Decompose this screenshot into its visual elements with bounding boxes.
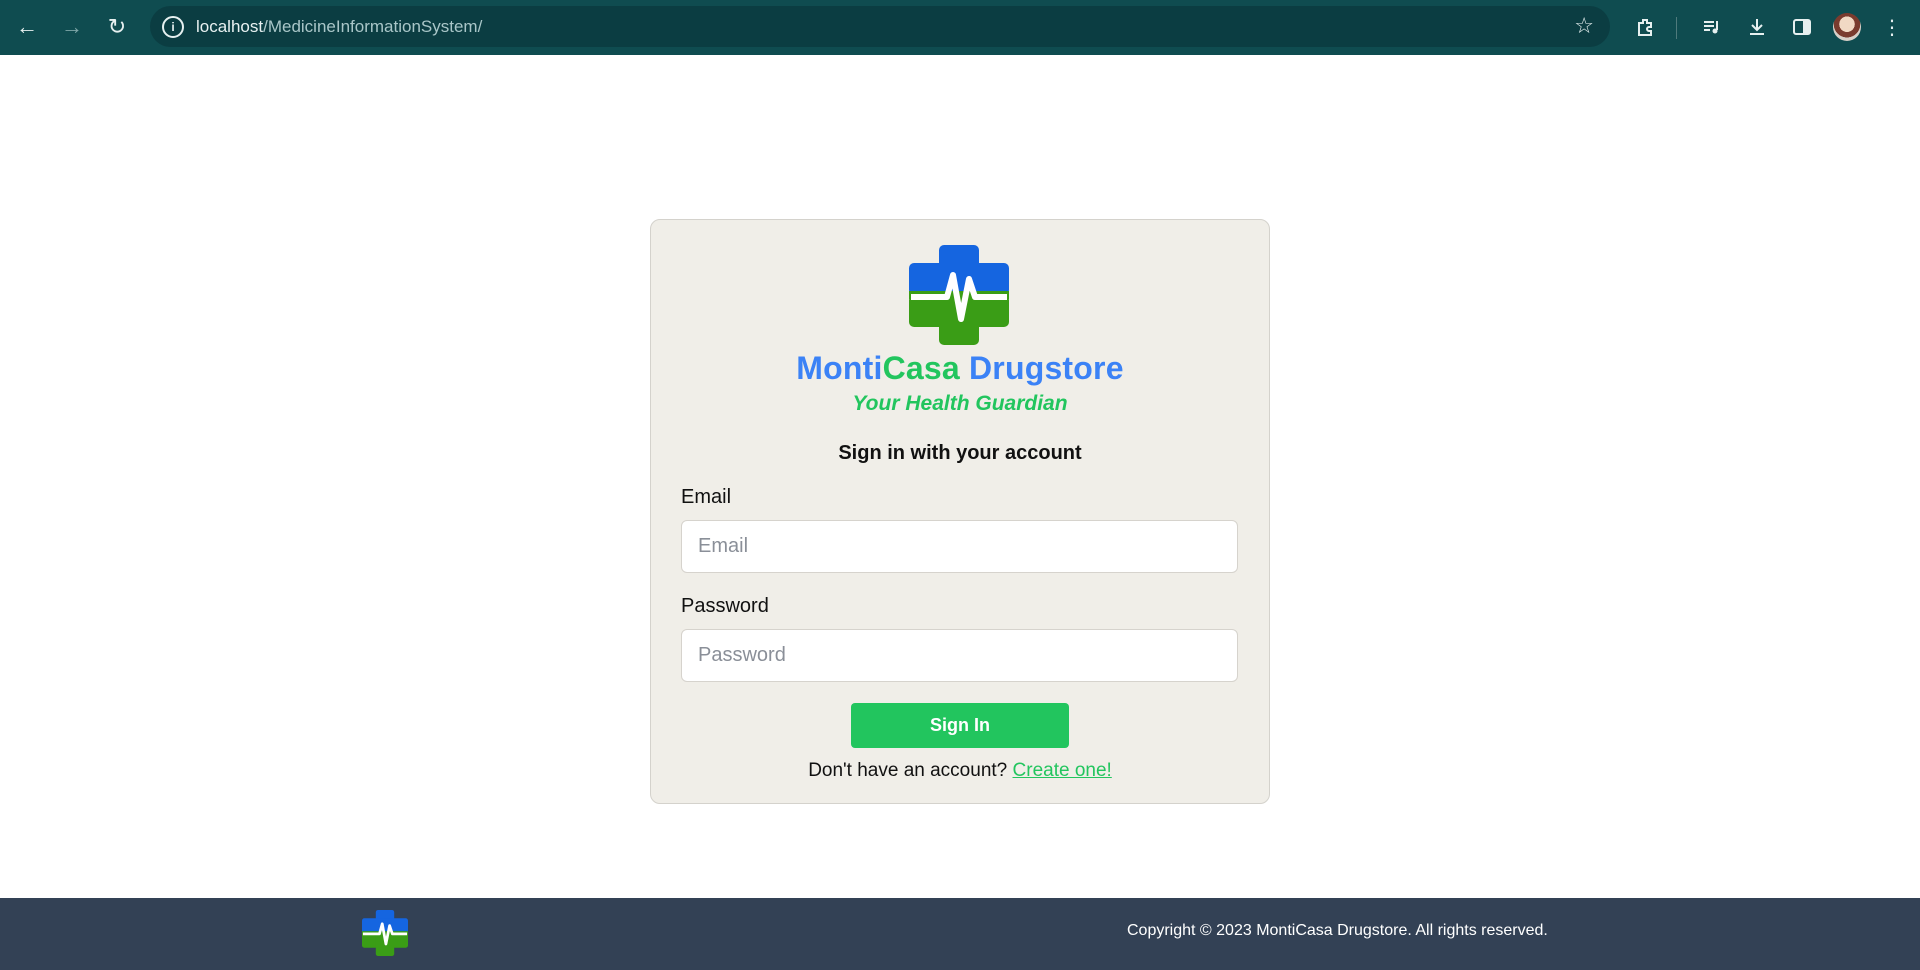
side-panel-icon[interactable] (1785, 10, 1819, 44)
signin-heading: Sign in with your account (838, 442, 1082, 464)
back-icon[interactable]: ← (10, 10, 44, 44)
brand-name: MontiCasa Drugstore (651, 350, 1269, 387)
media-icon[interactable] (1695, 10, 1729, 44)
address-bar[interactable]: i localhost/MedicineInformationSystem/ ☆ (150, 6, 1610, 47)
url-host: localhost (196, 17, 264, 36)
brand-tagline: Your Health Guardian (852, 392, 1068, 415)
profile-avatar[interactable] (1833, 13, 1861, 41)
forward-icon[interactable]: → (55, 10, 89, 44)
brand-name-part2: Casa (882, 350, 960, 386)
signup-prompt-line: Don't have an account? Create one! (651, 760, 1269, 782)
toolbar-divider (1676, 17, 1677, 39)
email-field[interactable] (681, 520, 1238, 573)
star-icon[interactable]: ☆ (1574, 13, 1594, 39)
brand-logo-icon (909, 245, 1009, 345)
password-label: Password (681, 595, 769, 617)
menu-icon[interactable]: ⋮ (1875, 10, 1909, 44)
signup-prompt: Don't have an account? (808, 760, 1008, 781)
create-account-link[interactable]: Create one! (1013, 760, 1112, 781)
copyright-text: Copyright © 2023 MontiCasa Drugstore. Al… (1127, 922, 1548, 939)
browser-toolbar: ← → ↻ i localhost/MedicineInformationSys… (0, 0, 1920, 55)
download-icon[interactable] (1740, 10, 1774, 44)
url-text[interactable]: localhost/MedicineInformationSystem/ (196, 17, 482, 37)
extensions-icon[interactable] (1629, 10, 1663, 44)
reload-icon[interactable]: ↻ (100, 10, 134, 44)
page-footer: Copyright © 2023 MontiCasa Drugstore. Al… (0, 898, 1920, 970)
email-label: Email (681, 486, 732, 508)
password-field[interactable] (681, 629, 1238, 682)
login-card: MontiCasa Drugstore Your Health Guardian… (650, 219, 1270, 804)
brand-name-part1: Monti (796, 350, 883, 386)
signin-button[interactable]: Sign In (851, 703, 1069, 748)
url-path: /MedicineInformationSystem/ (263, 17, 483, 36)
site-info-icon[interactable]: i (162, 16, 184, 38)
footer-logo-icon (362, 910, 408, 956)
brand-name-part3: Drugstore (968, 350, 1124, 386)
